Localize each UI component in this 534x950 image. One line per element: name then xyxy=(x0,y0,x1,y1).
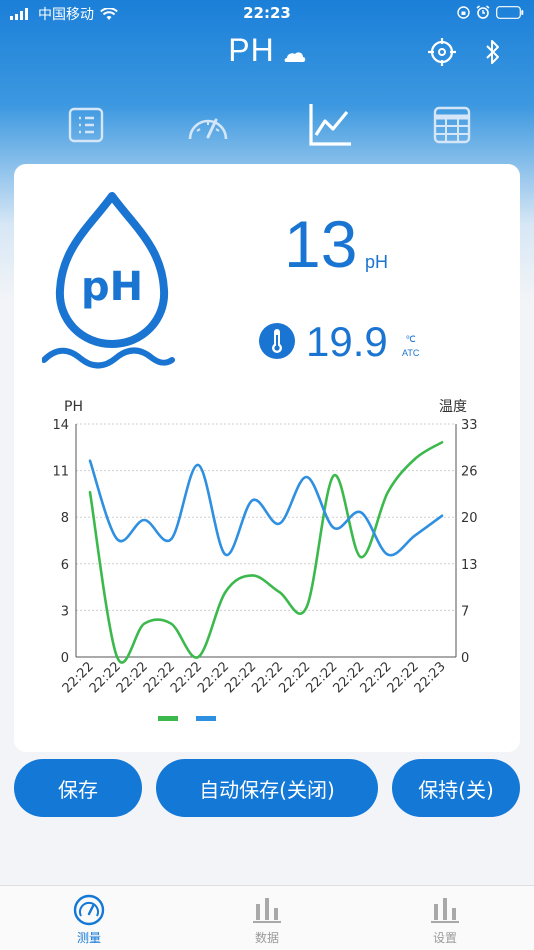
crosshair-icon xyxy=(428,38,456,66)
alarm-icon xyxy=(476,5,490,19)
save-button[interactable]: 保存 xyxy=(14,759,142,817)
tab-settings[interactable]: 设置 xyxy=(385,886,505,950)
legend-swatch-ph xyxy=(158,716,178,721)
y-left-tick-label: 6 xyxy=(61,558,69,573)
ph-series-line xyxy=(88,441,444,664)
tab-settings-label: 设置 xyxy=(432,931,457,945)
table-icon xyxy=(433,106,471,144)
bluetooth-icon xyxy=(486,40,499,64)
tab-measure[interactable]: 测量 xyxy=(29,886,149,950)
mode-tab-list[interactable] xyxy=(61,100,111,150)
list-icon xyxy=(68,107,104,143)
mode-tab-table[interactable] xyxy=(427,100,477,150)
page-title: PH xyxy=(228,32,275,68)
y-right-tick-label: 33 xyxy=(461,418,478,433)
x-tick-label: 22:23 xyxy=(412,659,449,696)
line-chart-icon xyxy=(309,104,351,146)
y-left-tick-label: 11 xyxy=(52,465,69,480)
y-left-tick-label: 0 xyxy=(61,651,69,666)
legend-swatch-temperature xyxy=(196,716,216,721)
y-right-tick-label: 13 xyxy=(461,558,478,573)
title-bar: PH xyxy=(0,30,534,74)
right-axis-title: 温度 xyxy=(439,399,467,415)
bluetooth-button[interactable] xyxy=(484,38,502,70)
bar-chart-icon xyxy=(431,898,459,923)
measurement-card: pH 13 pH 19.9 ℃ ATC PH 温度 14 11 8 6 3 0 33 26 20 13… xyxy=(14,164,520,752)
y-right-tick-label: 0 xyxy=(461,651,469,666)
tab-measure-label: 测量 xyxy=(76,931,101,945)
ph-temperature-chart: PH 温度14118630332620137022:2222:2222:2222:… xyxy=(52,399,478,721)
tab-data-label: 数据 xyxy=(254,931,279,945)
status-right xyxy=(457,5,524,19)
left-axis-title: PH xyxy=(64,399,83,415)
temperature-series-line xyxy=(88,459,444,557)
mode-tabs xyxy=(0,100,534,150)
cloud-icon xyxy=(284,51,306,62)
hold-button[interactable]: 保持(关) xyxy=(392,759,520,817)
orientation-lock-icon xyxy=(457,5,470,19)
target-button[interactable] xyxy=(426,36,458,72)
gauge-icon xyxy=(188,118,228,140)
y-right-tick-label: 7 xyxy=(461,604,469,619)
gauge-icon xyxy=(73,894,105,926)
mode-tab-chart[interactable] xyxy=(305,100,355,150)
y-left-tick-label: 3 xyxy=(61,604,69,619)
tab-data[interactable]: 数据 xyxy=(207,886,327,950)
mode-tab-gauge[interactable] xyxy=(183,100,233,150)
y-right-tick-label: 20 xyxy=(461,511,478,526)
status-time: 22:23 xyxy=(243,4,291,22)
y-left-tick-label: 8 xyxy=(61,511,69,526)
auto-save-button[interactable]: 自动保存(关闭) xyxy=(156,759,378,817)
y-right-tick-label: 26 xyxy=(461,465,478,480)
battery-icon xyxy=(496,5,524,19)
status-bar: 中国移动 22:23 xyxy=(0,0,534,28)
bottom-tab-bar: 测量 数据 设置 xyxy=(0,885,534,950)
y-left-tick-label: 14 xyxy=(52,418,69,433)
bar-chart-icon xyxy=(253,898,281,923)
